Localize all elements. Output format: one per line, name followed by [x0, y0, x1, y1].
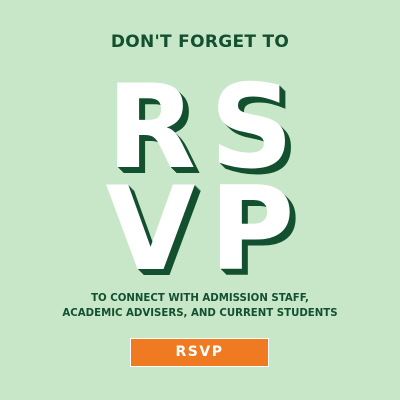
- rsvp-banner: DON'T FORGET TO RS VP TO CONNECT WITH AD…: [0, 0, 400, 400]
- headline-line-2: VP: [105, 162, 309, 297]
- subtitle: TO CONNECT WITH ADMISSION STAFF, ACADEMI…: [0, 291, 400, 321]
- subtitle-line-1: TO CONNECT WITH ADMISSION STAFF,: [91, 293, 309, 304]
- rsvp-button[interactable]: RSVP: [130, 338, 269, 367]
- eyebrow-heading: DON'T FORGET TO: [110, 32, 290, 52]
- subtitle-line-2: ACADEMIC ADVISERS, AND CURRENT STUDENTS: [62, 308, 338, 319]
